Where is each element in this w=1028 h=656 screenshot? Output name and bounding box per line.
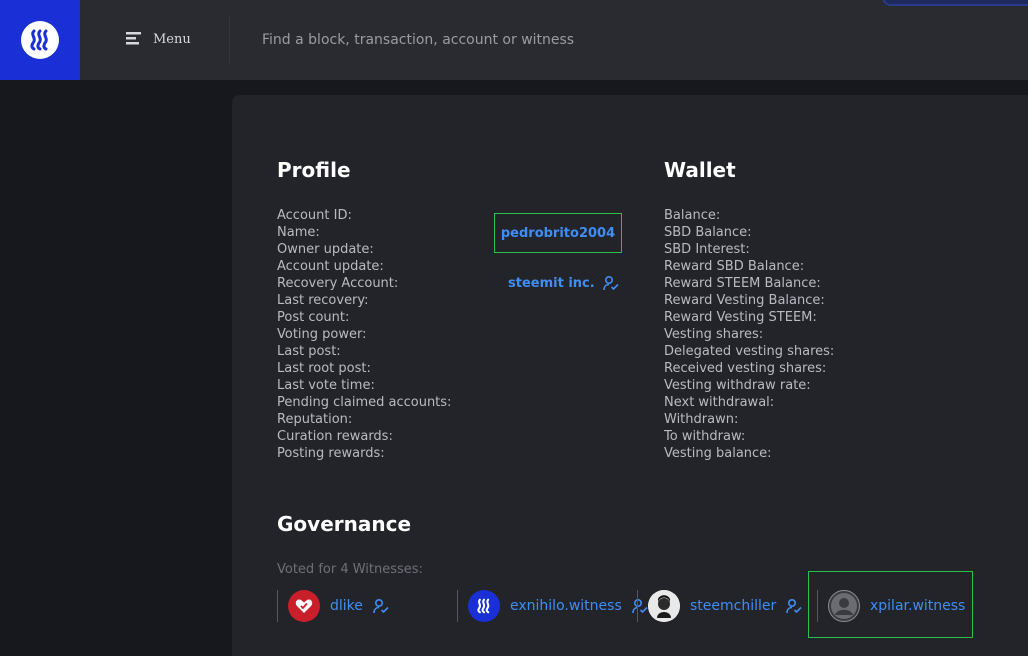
profile-label: Posting rewards: — [277, 446, 385, 461]
witness-item: steemchiller — [637, 590, 802, 622]
witness-link[interactable]: dlike — [330, 598, 363, 614]
dlike-heart-icon[interactable] — [288, 590, 320, 622]
profile-label: Account ID: — [277, 208, 352, 223]
avatar-photo-icon[interactable] — [648, 590, 680, 622]
wallet-label: To withdraw: — [664, 429, 746, 444]
witness-separator — [817, 590, 818, 622]
wallet-label: SBD Balance: — [664, 225, 752, 240]
recovery-account: steemit inc. — [508, 275, 619, 291]
default-user-icon[interactable] — [828, 590, 860, 622]
account-name-link[interactable]: pedrobrito2004 — [501, 226, 615, 241]
profile-label: Last root post: — [277, 361, 371, 376]
wallet-label: Reward STEEM Balance: — [664, 276, 821, 291]
wallet-label: Withdrawn: — [664, 412, 739, 427]
steem-logo[interactable] — [0, 0, 80, 80]
profile-labels: Account ID: Name: Owner update: Account upd… — [277, 207, 451, 462]
wallet-label: SBD Interest: — [664, 242, 750, 257]
voted-witnesses-label: Voted for 4 Witnesses: — [277, 562, 423, 577]
witness-item: exnihilo.witness — [457, 590, 648, 622]
witness-separator — [457, 590, 458, 622]
wallet-label: Vesting withdraw rate: — [664, 378, 811, 393]
witness-link[interactable]: exnihilo.witness — [510, 598, 622, 614]
menu-label: Menu — [153, 32, 191, 47]
witness-link[interactable]: xpilar.witness — [870, 598, 965, 614]
profile-label: Last vote time: — [277, 378, 375, 393]
search-input[interactable] — [262, 24, 862, 56]
profile-label: Recovery Account: — [277, 276, 399, 291]
wallet-label: Vesting shares: — [664, 327, 764, 342]
profile-label: Pending claimed accounts: — [277, 395, 452, 410]
recovery-account-link[interactable]: steemit inc. — [508, 276, 595, 291]
profile-label: Owner update: — [277, 242, 374, 257]
witness-item: dlike — [277, 590, 389, 622]
wallet-label: Reward Vesting STEEM: — [664, 310, 817, 325]
profile-label: Account update: — [277, 259, 384, 274]
profile-label: Reputation: — [277, 412, 353, 427]
wallet-label: Next withdrawal: — [664, 395, 775, 410]
witness-separator — [277, 590, 278, 622]
wallet-labels: Balance: SBD Balance: SBD Interest: Reward … — [664, 207, 834, 462]
witness-separator — [637, 590, 638, 622]
wallet-label: Received vesting shares: — [664, 361, 827, 376]
wallet-label: Vesting balance: — [664, 446, 772, 461]
header-divider — [229, 16, 230, 64]
steem-logo-icon[interactable] — [468, 590, 500, 622]
profile-label: Voting power: — [277, 327, 367, 342]
user-check-icon[interactable] — [373, 598, 389, 614]
wallet-title: Wallet — [664, 158, 736, 182]
profile-label: Last post: — [277, 344, 341, 359]
top-bar: Menu — [0, 0, 1028, 80]
profile-title: Profile — [277, 158, 351, 182]
wallet-label: Balance: — [664, 208, 721, 223]
corner-toggle[interactable] — [882, 0, 1028, 6]
user-check-icon[interactable] — [602, 275, 619, 291]
profile-label: Last recovery: — [277, 293, 369, 308]
profile-label: Curation rewards: — [277, 429, 393, 444]
witness-item: xpilar.witness — [817, 590, 965, 622]
profile-label: Post count: — [277, 310, 350, 325]
steem-logo-icon — [21, 21, 59, 59]
profile-label: Name: — [277, 225, 320, 240]
user-check-icon[interactable] — [786, 598, 802, 614]
wallet-label: Delegated vesting shares: — [664, 344, 835, 359]
wallet-label: Reward Vesting Balance: — [664, 293, 825, 308]
account-name-highlight: pedrobrito2004 — [494, 213, 622, 253]
hamburger-icon — [126, 30, 141, 49]
menu-button[interactable]: Menu — [126, 30, 191, 49]
governance-title: Governance — [277, 512, 412, 536]
witness-link[interactable]: steemchiller — [690, 598, 776, 614]
wallet-label: Reward SBD Balance: — [664, 259, 805, 274]
